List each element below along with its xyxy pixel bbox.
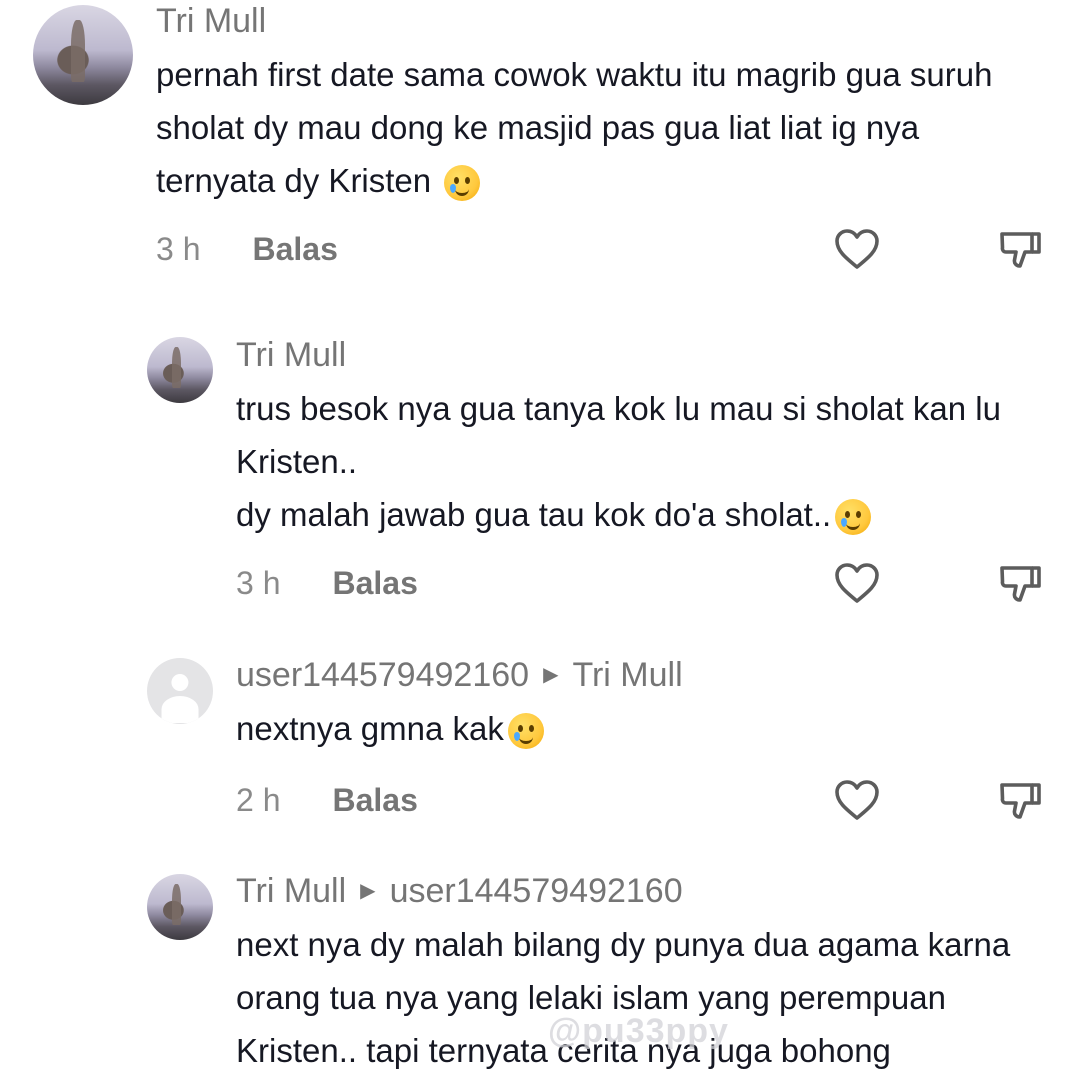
comment-text: nextnya gmna kak xyxy=(236,702,544,755)
comment-meta: 3 h Balas xyxy=(236,567,418,599)
comment-2: Tri Mull trus besok nya gua tanya kok lu… xyxy=(0,330,1080,620)
thumbs-down-outline-icon[interactable] xyxy=(998,562,1042,606)
comment-3: user144579492160 ▶ Tri Mull nextnya gmna… xyxy=(0,650,1080,840)
comment-time: 3 h xyxy=(156,231,201,267)
comment-line: nextnya gmna kak xyxy=(236,702,544,755)
default-avatar-icon xyxy=(147,658,213,724)
heart-outline-icon[interactable] xyxy=(834,228,880,270)
reply-button[interactable]: Balas xyxy=(252,233,337,265)
comment-text: next nya dy malah bilang dy punya dua ag… xyxy=(236,918,1010,1077)
comment-meta: 3 h Balas xyxy=(156,233,338,265)
comment-author[interactable]: Tri Mull xyxy=(236,338,346,372)
comment-line: dy malah jawab gua tau kok do'a sholat.. xyxy=(236,488,1001,541)
reply-to-author[interactable]: Tri Mull xyxy=(572,658,682,692)
avatar-photo xyxy=(147,874,213,940)
avatar-photo xyxy=(33,5,133,105)
comment-line: trus besok nya gua tanya kok lu mau si s… xyxy=(236,390,1001,427)
comment-author[interactable]: Tri Mull xyxy=(156,4,266,38)
comment-author-row: Tri Mull xyxy=(236,338,346,372)
play-triangle-icon: ▶ xyxy=(360,880,376,902)
loudly-crying-face-icon xyxy=(835,499,872,536)
comment-meta: 2 h Balas xyxy=(236,784,418,816)
comment-author-row: user144579492160 ▶ Tri Mull xyxy=(236,658,683,692)
comment-line: ternyata dy Kristen xyxy=(156,154,992,207)
comment-line-text: dy malah jawab gua tau kok do'a sholat.. xyxy=(236,496,832,533)
reply-button[interactable]: Balas xyxy=(332,784,417,816)
comment-time: 2 h xyxy=(236,782,281,818)
comment-author[interactable]: user144579492160 xyxy=(236,658,529,692)
comment-line-text: nextnya gmna kak xyxy=(236,710,504,747)
comment-1: Tri Mull pernah first date sama cowok wa… xyxy=(0,0,1080,290)
comment-time: 3 h xyxy=(236,565,281,601)
comment-line: next nya dy malah bilang dy punya dua ag… xyxy=(236,926,1011,963)
face-with-tears-of-joy-icon xyxy=(507,713,544,750)
watermark: @pu33ppy xyxy=(548,1012,729,1050)
smiling-face-with-tear-icon xyxy=(444,165,481,202)
comment-text: pernah first date sama cowok waktu itu m… xyxy=(156,48,992,207)
comment-line: pernah first date sama cowok waktu itu m… xyxy=(156,56,993,93)
comment-line-text: ternyata dy Kristen xyxy=(156,162,432,199)
comment-line: Kristen.. xyxy=(236,443,358,480)
heart-outline-icon[interactable] xyxy=(834,562,880,604)
play-triangle-icon: ▶ xyxy=(543,664,559,686)
avatar-photo xyxy=(147,337,213,403)
thumbs-down-outline-icon[interactable] xyxy=(998,779,1042,823)
comment-author[interactable]: Tri Mull xyxy=(236,874,346,908)
comment-4: Tri Mull ▶ user144579492160 next nya dy … xyxy=(0,866,1080,1079)
thumbs-down-outline-icon[interactable] xyxy=(998,228,1042,272)
avatar[interactable] xyxy=(147,337,213,403)
heart-outline-icon[interactable] xyxy=(834,779,880,821)
avatar[interactable] xyxy=(33,5,133,105)
avatar[interactable] xyxy=(147,874,213,940)
comment-line: sholat dy mau dong ke masjid pas gua lia… xyxy=(156,109,920,146)
reply-button[interactable]: Balas xyxy=(332,567,417,599)
comment-author-row: Tri Mull xyxy=(156,4,266,38)
comment-author-row: Tri Mull ▶ user144579492160 xyxy=(236,874,683,908)
reply-to-author[interactable]: user144579492160 xyxy=(390,874,683,908)
comment-text: trus besok nya gua tanya kok lu mau si s… xyxy=(236,382,1001,541)
avatar[interactable] xyxy=(147,658,213,724)
